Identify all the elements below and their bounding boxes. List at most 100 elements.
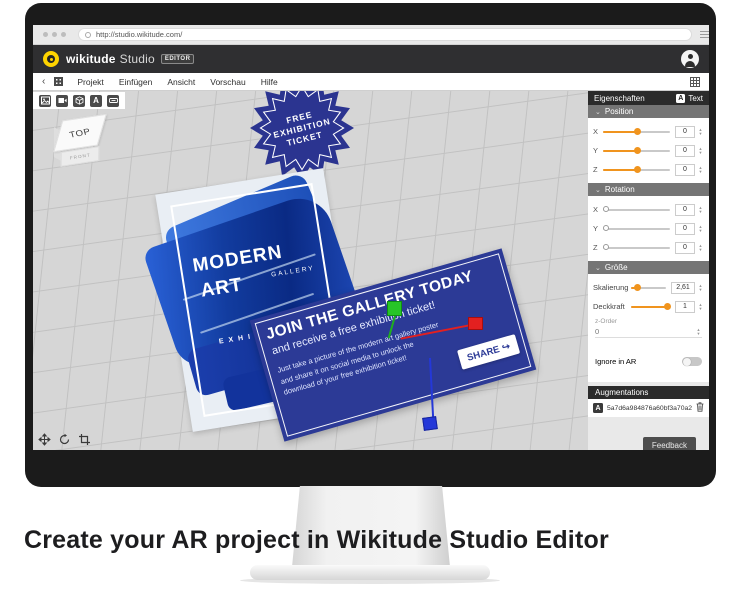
trash-icon[interactable]	[696, 402, 704, 414]
editor-canvas[interactable]: A TOP FRONT FREE EXHIBITION TICKET MODER…	[33, 91, 588, 450]
stepper-icon[interactable]: ▲ ▼	[697, 243, 704, 252]
chevron-down-icon: ⌄	[595, 108, 601, 116]
text-type-icon: A	[676, 93, 686, 103]
opacity-value[interactable]: 1	[675, 300, 695, 313]
panel-header: Eigenschaften A Text	[588, 91, 709, 105]
panel-title: Eigenschaften	[594, 93, 645, 103]
position-x-value[interactable]: 0	[675, 125, 695, 138]
site-icon	[85, 31, 91, 38]
star-badge-augmentation[interactable]: FREE EXHIBITION TICKET	[247, 91, 357, 183]
video-icon[interactable]	[56, 94, 68, 107]
rotation-group: X 0 ▲ ▼ Y 0 ▲ ▼ Z 0 ▲ ▼	[588, 196, 709, 261]
menu-ansicht[interactable]: Ansicht	[167, 77, 195, 87]
crop-icon[interactable]	[76, 431, 92, 447]
projects-grid-icon[interactable]	[54, 77, 64, 86]
rotation-x-slider[interactable]	[603, 206, 670, 212]
size-group: Skalierung 2,61 ▲ ▼ Deckkraft 1 ▲ ▼ z-Or…	[588, 274, 709, 382]
url-bar[interactable]: http://studio.wikitude.com/	[78, 28, 693, 41]
menu-hilfe[interactable]: Hilfe	[261, 77, 278, 87]
position-z-value[interactable]: 0	[675, 163, 695, 176]
position-x-row: X 0 ▲ ▼	[593, 125, 704, 138]
menu-bar: ‹ Projekt Einfügen Ansicht Vorschau Hilf…	[33, 73, 709, 91]
augmentations-header: Augmentations	[588, 386, 709, 399]
button-icon[interactable]	[107, 94, 119, 107]
stepper-icon[interactable]: ▲ ▼	[695, 327, 702, 336]
text-icon[interactable]: A	[90, 94, 102, 107]
page-caption: Create your AR project in Wikitude Studi…	[24, 526, 609, 554]
avatar-person-icon	[687, 54, 693, 59]
rotation-z-slider[interactable]	[603, 244, 670, 250]
position-y-value[interactable]: 0	[675, 144, 695, 157]
browser-menu-icon[interactable]	[700, 31, 709, 38]
properties-panel: Eigenschaften A Text ⌄ Position X 0 ▲ ▼ …	[588, 91, 709, 450]
rotate-icon[interactable]	[56, 431, 72, 447]
stepper-icon[interactable]: ▲ ▼	[697, 224, 704, 233]
position-x-slider[interactable]	[603, 128, 670, 135]
chevron-down-icon: ⌄	[595, 186, 601, 194]
position-y-slider[interactable]	[603, 147, 670, 154]
brand-name: wikitude	[66, 52, 116, 66]
section-rotation[interactable]: ⌄ Rotation	[588, 183, 709, 196]
back-chevron-icon[interactable]: ‹	[42, 76, 45, 87]
move-icon[interactable]	[36, 431, 52, 447]
monitor-stand-base	[250, 565, 490, 580]
gizmo-y-handle[interactable]	[387, 301, 402, 316]
view-cube[interactable]: TOP FRONT	[49, 113, 109, 177]
rotation-x-value[interactable]: 0	[675, 203, 695, 216]
scale-row: Skalierung 2,61 ▲ ▼	[593, 281, 704, 294]
editor-badge: EDITOR	[160, 54, 195, 64]
scale-value[interactable]: 2,61	[671, 281, 695, 294]
gizmo-z-handle[interactable]	[422, 416, 438, 431]
rotation-y-row: Y 0 ▲ ▼	[593, 222, 704, 235]
stepper-icon[interactable]: ▲ ▼	[697, 302, 704, 311]
ignore-in-ar-toggle[interactable]	[682, 357, 702, 366]
app-header: wikitude Studio EDITOR	[33, 45, 709, 73]
user-avatar[interactable]	[681, 50, 699, 68]
rotation-y-slider[interactable]	[603, 225, 670, 231]
position-z-slider[interactable]	[603, 166, 670, 173]
grid-view-icon[interactable]	[690, 77, 700, 87]
image-icon[interactable]	[39, 94, 51, 107]
opacity-row: Deckkraft 1 ▲ ▼	[593, 300, 704, 313]
type-label: Text	[688, 93, 703, 103]
avatar-person-icon	[685, 60, 695, 67]
position-group: X 0 ▲ ▼ Y 0 ▲ ▼ Z 0 ▲ ▼	[588, 118, 709, 183]
menu-vorschau[interactable]: Vorschau	[210, 77, 245, 87]
window-controls[interactable]	[43, 32, 66, 37]
menu-einfuegen[interactable]: Einfügen	[119, 77, 153, 87]
main-area: A TOP FRONT FREE EXHIBITION TICKET MODER…	[33, 91, 709, 450]
scale-slider[interactable]	[631, 284, 666, 291]
stepper-icon[interactable]: ▲ ▼	[697, 146, 704, 155]
ignore-in-ar-label: Ignore in AR	[595, 357, 637, 366]
wikitude-logo-icon	[43, 51, 59, 67]
stepper-icon[interactable]: ▲ ▼	[697, 283, 704, 292]
window-dot-icon[interactable]	[52, 32, 57, 37]
browser-chrome: http://studio.wikitude.com/	[33, 25, 709, 45]
ignore-in-ar-row: Ignore in AR	[588, 343, 709, 378]
zorder-value[interactable]: 0	[595, 327, 599, 336]
rotation-x-row: X 0 ▲ ▼	[593, 203, 704, 216]
stepper-icon[interactable]: ▲ ▼	[697, 127, 704, 136]
rotation-z-value[interactable]: 0	[675, 241, 695, 254]
text-type-icon: A	[593, 403, 603, 413]
stepper-icon[interactable]: ▲ ▼	[697, 205, 704, 214]
stepper-icon[interactable]: ▲ ▼	[697, 165, 704, 174]
screen: http://studio.wikitude.com/ wikitude Stu…	[33, 25, 709, 450]
rotation-y-value[interactable]: 0	[675, 222, 695, 235]
product-name: Studio	[119, 52, 155, 66]
zorder-field[interactable]: z-Order 0 ▲ ▼	[588, 316, 709, 343]
section-position[interactable]: ⌄ Position	[588, 105, 709, 118]
model-icon[interactable]	[73, 94, 85, 107]
menu-projekt[interactable]: Projekt	[77, 77, 103, 87]
feedback-button[interactable]: Feedback	[642, 437, 696, 450]
insert-toolbar: A	[33, 92, 125, 109]
transform-toolbar	[36, 431, 92, 447]
window-dot-icon[interactable]	[43, 32, 48, 37]
section-size[interactable]: ⌄ Größe	[588, 261, 709, 274]
window-dot-icon[interactable]	[61, 32, 66, 37]
gizmo-x-handle[interactable]	[468, 317, 483, 330]
opacity-slider[interactable]	[631, 303, 671, 310]
url-text[interactable]: http://studio.wikitude.com/	[96, 30, 182, 39]
rotation-z-row: Z 0 ▲ ▼	[593, 241, 704, 254]
augmentation-list-item[interactable]: A 5a7d6a984876a60bf3a70a2f	[588, 399, 709, 417]
